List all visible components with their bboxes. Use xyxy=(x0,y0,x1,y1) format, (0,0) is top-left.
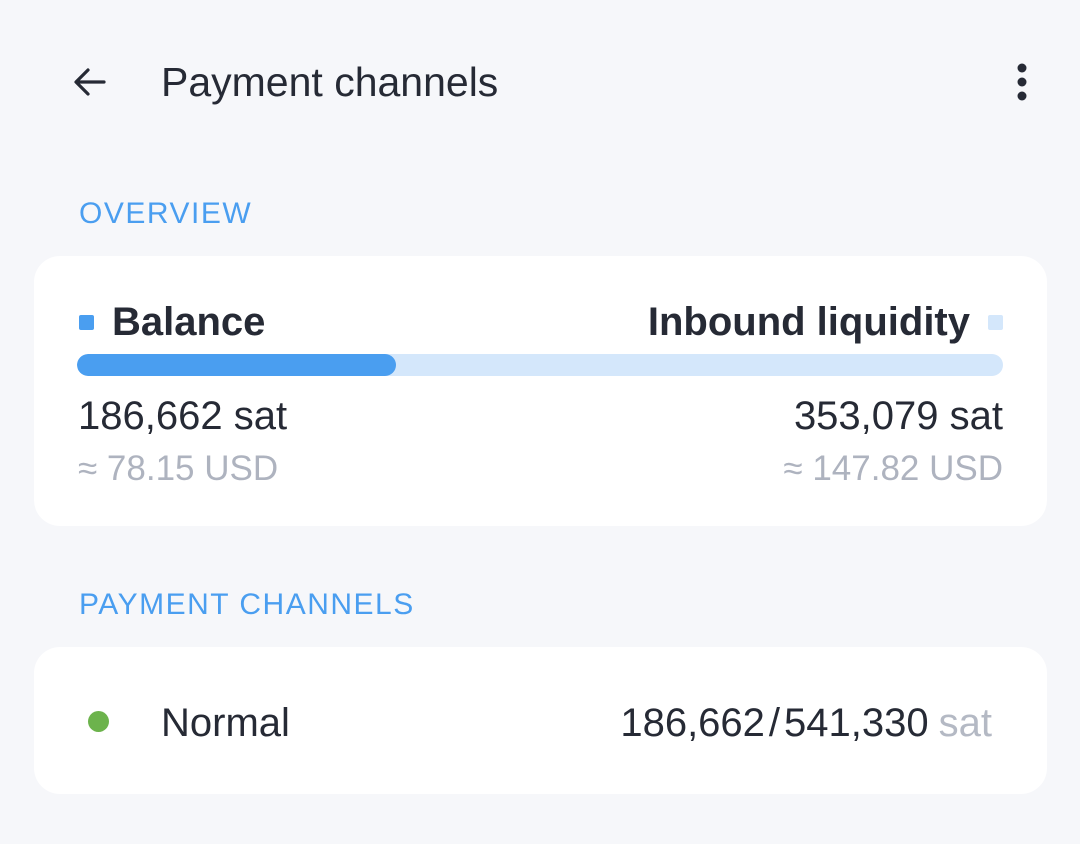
overview-card: Balance Inbound liquidity 186,662 sat 35… xyxy=(34,256,1047,526)
channel-balance: 186,662 xyxy=(620,701,765,745)
balance-amount: 186,662 sat xyxy=(78,394,288,438)
liquidity-bar xyxy=(77,354,1003,376)
top-app-bar: Payment channels xyxy=(0,0,1080,166)
balance-legend: Balance xyxy=(79,298,265,346)
overview-section-label: OVERVIEW xyxy=(79,197,253,230)
inbound-amount: 353,079 sat xyxy=(793,394,1003,438)
balance-fiat: ≈ 78.15 USD xyxy=(78,449,279,488)
payment-channels-section-label: PAYMENT CHANNELS xyxy=(79,588,415,621)
inbound-legend-swatch xyxy=(988,314,1003,330)
channels-card: Normal 186,662/541,330 sat xyxy=(34,647,1047,794)
inbound-fiat: ≈ 147.82 USD xyxy=(783,449,1003,488)
liquidity-bar-balance-fill xyxy=(77,354,397,376)
channel-name: Normal xyxy=(161,701,290,745)
channel-list-item[interactable]: Normal 186,662/541,330 sat xyxy=(34,647,1047,794)
channel-amount-separator: / xyxy=(768,701,781,745)
inbound-label: Inbound liquidity xyxy=(647,300,970,344)
channel-unit: sat xyxy=(938,701,992,745)
back-button[interactable] xyxy=(62,54,118,110)
arrow-left-icon xyxy=(74,68,106,96)
more-vertical-icon xyxy=(1017,63,1027,101)
payment-channels-screen: Payment channels OVERVIEW Balance Inboun… xyxy=(0,0,1080,844)
more-options-button[interactable] xyxy=(996,54,1048,110)
inbound-legend: Inbound liquidity xyxy=(648,298,1003,346)
channel-capacity: 541,330 xyxy=(784,701,929,745)
channel-amount: 186,662/541,330 sat xyxy=(620,699,992,747)
balance-legend-swatch xyxy=(79,314,94,330)
page-title: Payment channels xyxy=(161,59,499,105)
channel-status-dot xyxy=(88,711,109,732)
balance-label: Balance xyxy=(112,300,266,344)
